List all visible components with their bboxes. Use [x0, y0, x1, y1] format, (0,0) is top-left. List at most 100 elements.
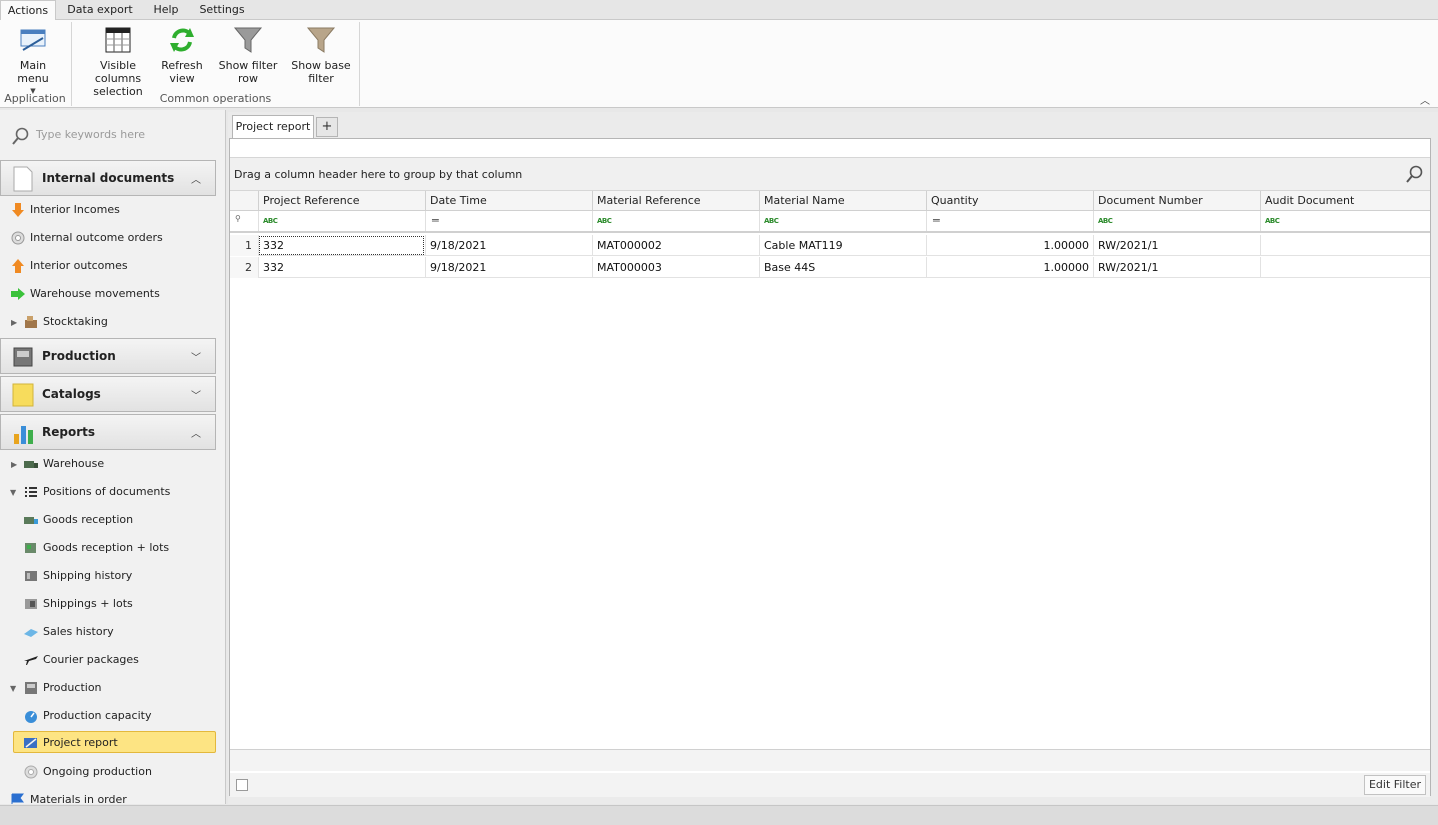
nav-group-label: Internal documents	[42, 171, 175, 185]
cell-audit-document[interactable]	[1260, 235, 1430, 256]
cell-document-number[interactable]: RW/2021/1	[1093, 235, 1260, 256]
group-by-hint: Drag a column header here to group by th…	[234, 168, 523, 181]
nav-group-reports[interactable]: Reports ︿	[0, 414, 216, 450]
nav-item-internal-outcome-orders[interactable]: Internal outcome orders	[10, 227, 163, 249]
column-header-project-reference[interactable]: Project Reference	[258, 191, 425, 211]
filter-icon	[233, 27, 263, 53]
sales-icon	[24, 629, 38, 637]
group-by-panel[interactable]: Drag a column header here to group by th…	[230, 157, 1430, 191]
nav-item-label: Project report	[43, 736, 118, 749]
nav-group-internal-documents[interactable]: Internal documents ︿	[0, 160, 216, 196]
column-header-quantity[interactable]: Quantity	[926, 191, 1093, 211]
edit-filter-button[interactable]: Edit Filter	[1363, 775, 1426, 795]
collapse-triangle-icon[interactable]: ▼	[10, 684, 16, 693]
table-row[interactable]: 2 332 9/18/2021 MAT000003 Base 44S 1.000…	[230, 257, 1430, 278]
sidebar-search[interactable]: Type keywords here	[8, 122, 218, 148]
cell-date-time[interactable]: 9/18/2021	[425, 235, 592, 256]
filter-cell-material-name[interactable]: ABC	[759, 211, 926, 231]
nav-item-label: Stocktaking	[43, 315, 108, 328]
column-header-audit-document[interactable]: Audit Document	[1260, 191, 1430, 211]
nav-item-warehouse[interactable]: Warehouse	[23, 453, 104, 475]
nav-item-project-report[interactable]: Project report	[13, 731, 216, 753]
search-input[interactable]: Type keywords here	[36, 128, 145, 141]
equals-filter-icon: ═	[933, 214, 940, 227]
cell-material-name[interactable]: Base 44S	[759, 257, 926, 278]
nav-group-catalogs[interactable]: Catalogs ﹀	[0, 376, 216, 412]
nav-group-production[interactable]: Production ﹀	[0, 338, 216, 374]
machine-icon	[13, 347, 33, 367]
cell-material-reference[interactable]: MAT000002	[592, 235, 759, 256]
shipping-icon	[25, 571, 37, 581]
cell-date-time[interactable]: 9/18/2021	[425, 257, 592, 278]
document-area: Project report + Drag a column header he…	[228, 112, 1438, 804]
cell-material-reference[interactable]: MAT000003	[592, 257, 759, 278]
arrow-right-icon	[11, 288, 25, 300]
cell-quantity[interactable]: 1.00000	[926, 235, 1093, 256]
nav-group-label: Reports	[42, 425, 96, 439]
ribbon-tab-bar: Actions Data export Help Settings	[0, 0, 1438, 21]
nav-item-ongoing-production[interactable]: Ongoing production	[23, 761, 152, 783]
column-header-document-number[interactable]: Document Number	[1093, 191, 1260, 211]
airplane-icon	[24, 656, 38, 665]
cell-project-reference[interactable]: 332	[258, 257, 425, 278]
cell-material-name[interactable]: Cable MAT119	[759, 235, 926, 256]
column-header-material-name[interactable]: Material Name	[759, 191, 926, 211]
search-icon[interactable]	[1404, 164, 1424, 184]
table-row[interactable]: 1 332 9/18/2021 MAT000002 Cable MAT119 1…	[230, 235, 1430, 256]
main-menu-icon	[20, 29, 46, 51]
flag-icon	[11, 793, 24, 804]
nav-item-production-capacity[interactable]: Production capacity	[23, 705, 151, 727]
nav-item-materials-in-order[interactable]: Materials in order	[10, 789, 127, 804]
document-icon	[13, 166, 33, 192]
search-icon	[12, 127, 29, 145]
filter-enable-checkbox[interactable]	[236, 779, 248, 791]
gauge-icon	[25, 711, 37, 723]
chevron-down-icon: ﹀	[191, 353, 201, 364]
expand-triangle-icon[interactable]: ▶	[11, 318, 17, 327]
nav-item-production[interactable]: Production	[23, 677, 102, 699]
nav-item-positions-of-documents[interactable]: Positions of documents	[23, 481, 170, 503]
nav-item-goods-reception-lots[interactable]: Goods reception + lots	[23, 537, 169, 559]
arrow-down-icon	[12, 203, 24, 217]
filter-cell-audit-document[interactable]: ABC	[1260, 211, 1430, 231]
nav-item-stocktaking[interactable]: Stocktaking	[23, 311, 108, 333]
note-icon	[12, 383, 34, 407]
nav-item-shippings-lots[interactable]: Shippings + lots	[23, 593, 133, 615]
nav-item-warehouse-movements[interactable]: Warehouse movements	[10, 283, 160, 305]
nav-item-label: Production	[43, 681, 102, 694]
grid-summary-bar	[230, 749, 1430, 771]
filter-cell-quantity[interactable]: ═	[926, 211, 1093, 231]
nav-item-goods-reception[interactable]: Goods reception	[23, 509, 133, 531]
collapse-triangle-icon[interactable]: ▼	[10, 488, 16, 497]
column-header-material-reference[interactable]: Material Reference	[592, 191, 759, 211]
show-base-filter-button[interactable]: Show base filter	[290, 24, 352, 85]
tab-actions[interactable]: Actions	[0, 0, 56, 21]
nav-item-sales-history[interactable]: Sales history	[23, 621, 114, 643]
expand-triangle-icon[interactable]: ▶	[11, 460, 17, 469]
nav-item-courier-packages[interactable]: Courier packages	[23, 649, 139, 671]
cell-quantity[interactable]: 1.00000	[926, 257, 1093, 278]
visible-columns-button[interactable]: Visible columns selection	[80, 24, 156, 98]
column-header-date-time[interactable]: Date Time	[425, 191, 592, 211]
cell-audit-document[interactable]	[1260, 257, 1430, 278]
nav-item-shipping-history[interactable]: Shipping history	[23, 565, 132, 587]
main-menu-button[interactable]: Main menu ▼	[4, 24, 62, 98]
filter-cell-date-time[interactable]: ═	[425, 211, 592, 231]
tab-settings[interactable]: Settings	[194, 0, 250, 20]
filter-cell-material-reference[interactable]: ABC	[592, 211, 759, 231]
filter-cell-project-reference[interactable]: ABC	[258, 211, 425, 231]
tab-project-report[interactable]: Project report	[232, 115, 314, 139]
filter-cell-document-number[interactable]: ABC	[1093, 211, 1260, 231]
collapse-ribbon-icon[interactable]: ︿	[1420, 92, 1430, 107]
add-tab-button[interactable]: +	[316, 117, 338, 137]
show-filter-row-button[interactable]: Show filter row	[208, 24, 288, 85]
nav-group-label: Production	[42, 349, 116, 363]
refresh-view-button[interactable]: Refresh view	[160, 24, 204, 85]
nav-item-interior-outcomes[interactable]: Interior outcomes	[10, 255, 128, 277]
shipping-lots-icon	[25, 599, 37, 609]
tab-data-export[interactable]: Data export	[62, 0, 138, 20]
cell-project-reference[interactable]: 332	[258, 235, 425, 256]
cell-document-number[interactable]: RW/2021/1	[1093, 257, 1260, 278]
nav-item-interior-incomes[interactable]: Interior Incomes	[10, 199, 120, 221]
tab-help[interactable]: Help	[146, 0, 186, 20]
